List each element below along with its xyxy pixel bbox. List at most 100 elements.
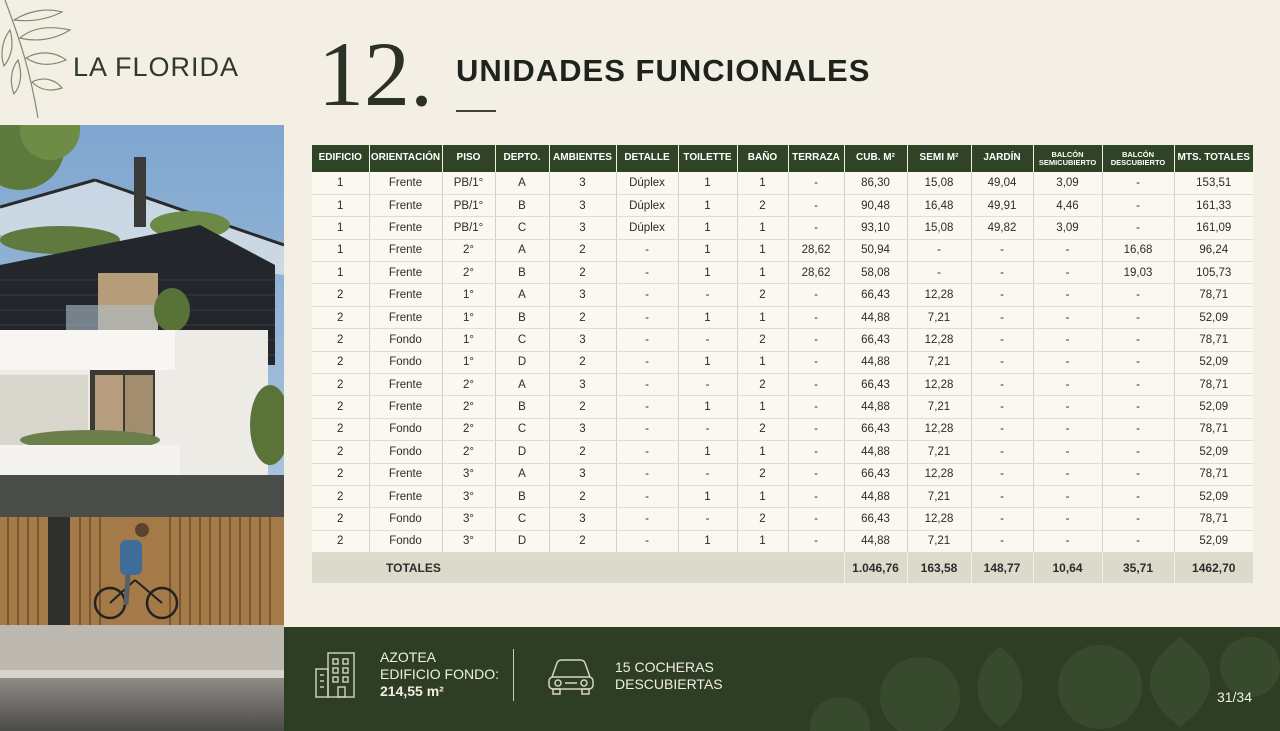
table-cell: 12,28 [907,507,972,531]
table-cell: - [971,440,1034,464]
table-cell: 1 [737,216,789,240]
table-cell: - [1102,440,1175,464]
table-cell: - [1033,418,1103,442]
table-cell: B [495,306,550,330]
table-cell: 7,21 [907,306,972,330]
column-header: DETALLE [616,145,679,172]
table-cell: 3 [549,194,617,218]
table-cell: 2 [549,351,617,375]
table-cell: - [678,328,738,352]
table-cell: 1 [737,351,789,375]
table-cell: 1° [442,328,496,352]
table-cell: 2° [442,395,496,419]
table-cell: 2° [442,440,496,464]
total-mts: 1462,70 [1174,552,1253,583]
column-header-line: CUB. M² [856,152,895,164]
total-semi: 163,58 [907,552,972,583]
table-cell: 50,94 [844,239,908,263]
table-cell: - [616,306,679,330]
azotea-line1: AZOTEA [380,649,437,665]
table-cell: 3 [549,283,617,307]
azotea-info: AZOTEA EDIFICIO FONDO: 214,55 m² [380,649,499,700]
table-cell: 2 [737,418,789,442]
table-cell: 28,62 [788,239,845,263]
table-cell: 1 [678,216,738,240]
table-cell: - [616,373,679,397]
footer-bar: AZOTEA EDIFICIO FONDO: 214,55 m² 15 COCH… [284,627,1280,731]
table-cell: - [1033,440,1103,464]
table-cell: - [1102,373,1175,397]
table-cell: Dúplex [616,216,679,240]
totals-label: TOTALES [312,552,845,583]
table-cell: - [1102,530,1175,554]
table-cell: Frente [369,283,443,307]
table-row: 1 Frente PB/1° A 3 Dúplex 1 1-86,30 15,08 49,04 3,… [312,172,1253,195]
column-header: PISO [442,145,496,172]
table-cell: - [907,239,972,263]
cocheras-line1: 15 COCHERAS [615,659,714,675]
table-cell: 12,28 [907,283,972,307]
table-cell: 1 [678,239,738,263]
table-cell: - [971,328,1034,352]
table-cell: 78,71 [1174,283,1253,307]
table-cell: 7,21 [907,530,972,554]
table-cell: PB/1° [442,216,496,240]
table-cell: 15,08 [907,172,972,195]
table-cell: Frente [369,373,443,397]
table-cell: Frente [369,172,443,195]
table-cell: - [788,306,845,330]
column-header: JARDÍN [971,145,1034,172]
table-cell: - [616,530,679,554]
page-title: UNIDADES FUNCIONALES [456,53,871,88]
table-cell: B [495,485,550,509]
table-cell: D [495,530,550,554]
table-cell: 2 [312,485,370,509]
table-cell: - [788,507,845,531]
table-cell: 16,68 [1102,239,1175,263]
table-cell: 7,21 [907,485,972,509]
footer-pattern [810,637,1280,731]
units-table-container: EDIFICIO ORIENTACIÓN PISO DEPTO. AMBIENTES DE… [312,145,1253,583]
table-cell: 12,28 [907,373,972,397]
title-underline [456,110,496,112]
column-header-line: DEPTO. [503,152,541,164]
column-header: CUB. M² [844,145,908,172]
table-row: 2 Fondo 1° C 3- -2-66,43 12,28- - -78,71 [312,328,1253,352]
table-cell: 1 [678,261,738,285]
table-row: 2 Fondo 1° D 2-1 1-44,88 7,21- - -52,09 [312,351,1253,375]
table-cell: 2 [737,328,789,352]
table-cell: - [1102,418,1175,442]
table-cell: - [788,485,845,509]
table-cell: - [616,351,679,375]
table-cell: 3° [442,507,496,531]
table-cell: 2 [312,351,370,375]
table-cell: - [678,373,738,397]
table-cell: - [788,530,845,554]
table-row: 1 Frente 2° B 2-1 1 28,62 58,08- - -19,03 105,73 [312,261,1253,285]
table-cell: - [971,351,1034,375]
table-cell: 1 [678,485,738,509]
table-cell: 66,43 [844,373,908,397]
table-cell: 1 [737,172,789,195]
table-cell: C [495,418,550,442]
table-cell: - [971,283,1034,307]
units-table: EDIFICIO ORIENTACIÓN PISO DEPTO. AMBIENTES DE… [312,145,1253,583]
table-cell: 2 [312,418,370,442]
table-cell: 66,43 [844,328,908,352]
table-cell: - [1102,194,1175,218]
table-cell: 12,28 [907,328,972,352]
total-balcon-semi: 10,64 [1033,552,1103,583]
table-cell: Fondo [369,530,443,554]
section-number: 12. [318,23,433,125]
table-cell: 2 [549,239,617,263]
table-cell: - [788,418,845,442]
building-photo [0,125,284,731]
table-cell: 1 [737,261,789,285]
table-cell: - [678,463,738,486]
page-number: 31/34 [1216,689,1252,705]
table-row: 1 Frente PB/1° B 3 Dúplex 1 2-90,48 16,48 49,91 4,… [312,194,1253,218]
table-cell: - [1102,485,1175,509]
table-cell: - [1102,463,1175,486]
table-cell: 12,28 [907,463,972,486]
table-cell: - [1033,507,1103,531]
